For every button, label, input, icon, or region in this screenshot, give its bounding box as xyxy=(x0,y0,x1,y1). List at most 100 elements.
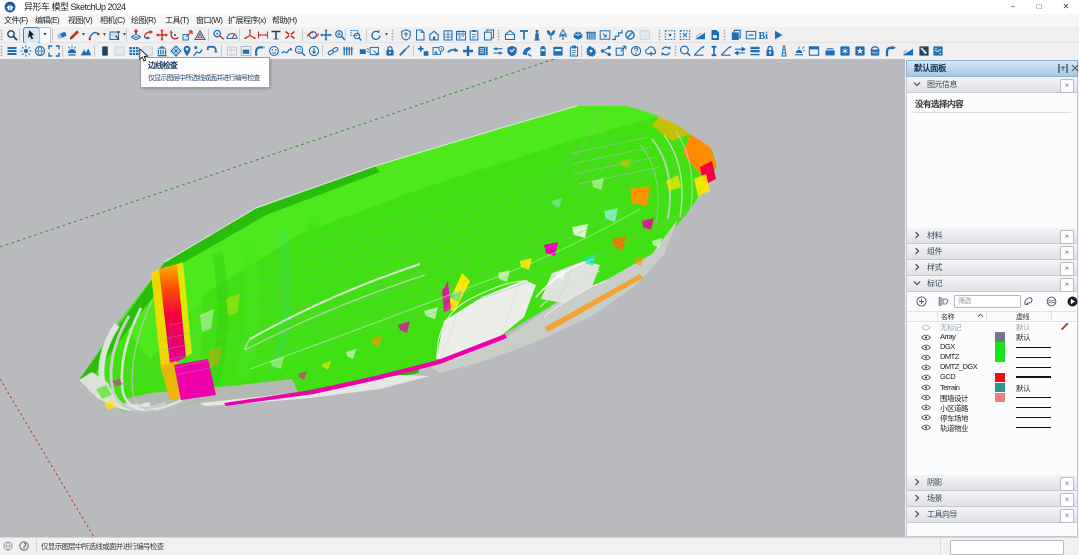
boxstar-icon[interactable] xyxy=(854,45,866,57)
tag-color-chip[interactable] xyxy=(995,352,1005,362)
tag-dash-style[interactable] xyxy=(1016,417,1051,418)
temple-icon[interactable] xyxy=(156,45,168,57)
sync-icon[interactable] xyxy=(660,45,672,57)
section-close-button[interactable]: × xyxy=(1060,493,1074,507)
lamp-icon[interactable] xyxy=(66,45,78,57)
house-icon[interactable] xyxy=(428,29,440,41)
menu-item-4[interactable]: 绘图(R) xyxy=(131,14,156,27)
boxlabel-icon[interactable] xyxy=(552,45,564,57)
menu-item-2[interactable]: 视图(V) xyxy=(68,14,92,27)
tag-dash-style[interactable] xyxy=(1016,367,1051,368)
winbox-icon[interactable] xyxy=(240,45,252,57)
pages2-icon[interactable] xyxy=(730,29,742,41)
menu-item-7[interactable]: 扩展程序(x) xyxy=(228,14,266,27)
purge-tags-icon[interactable] xyxy=(1023,296,1034,307)
globe-icon[interactable] xyxy=(34,45,46,57)
rampdash-icon[interactable] xyxy=(902,45,914,57)
toolbar-group-handle[interactable] xyxy=(674,45,677,57)
eye-visibility-icon[interactable] xyxy=(921,353,931,362)
menu-item-6[interactable]: 窗口(W) xyxy=(196,14,222,27)
section-close-button[interactable]: × xyxy=(1060,246,1074,260)
fallman-icon[interactable] xyxy=(192,45,204,57)
orbit-icon[interactable] xyxy=(307,29,319,41)
crossbox-icon[interactable] xyxy=(417,45,429,57)
dumbbell-icon[interactable] xyxy=(708,45,720,57)
shieldheart-icon[interactable] xyxy=(506,45,518,57)
select-tool-dropdown[interactable]: ▾ xyxy=(39,27,51,44)
layerbars-icon[interactable] xyxy=(749,45,761,57)
dims-icon[interactable] xyxy=(257,29,269,41)
protractor-icon[interactable] xyxy=(226,29,238,41)
tag-row[interactable]: Terrain默认 xyxy=(907,383,1077,393)
color-by-tag-icon[interactable] xyxy=(1046,296,1057,307)
toolbar-drag-handle[interactable] xyxy=(0,45,3,57)
minimize-button[interactable]: – xyxy=(1000,0,1026,13)
tree3d-icon[interactable] xyxy=(557,29,569,41)
gridsel-icon[interactable] xyxy=(226,45,238,57)
dashbox-icon[interactable] xyxy=(664,29,676,41)
play-icon[interactable] xyxy=(772,29,784,41)
section-bottom-1[interactable]: 场景 × xyxy=(906,491,1078,507)
tag-row[interactable]: 轨道物业 xyxy=(907,423,1077,433)
boxline-icon[interactable] xyxy=(745,29,757,41)
painthand-icon[interactable] xyxy=(521,45,533,57)
toolbar-dropdown-arrow[interactable]: ▾ xyxy=(100,30,109,40)
share-icon[interactable] xyxy=(600,45,612,57)
boxarrow-icon[interactable] xyxy=(615,45,627,57)
tag-filter-input[interactable]: 筛选 xyxy=(954,295,1021,308)
elbow-icon[interactable] xyxy=(254,45,266,57)
clipboard-icon[interactable] xyxy=(468,29,480,41)
photoclock-icon[interactable] xyxy=(432,45,444,57)
toolbar-drag-handle[interactable] xyxy=(0,29,3,41)
axestool-icon[interactable] xyxy=(244,29,256,41)
tag-dash-style[interactable] xyxy=(1016,407,1051,408)
pages-icon[interactable] xyxy=(483,29,495,41)
cloud-icon[interactable] xyxy=(645,45,657,57)
select-tool-button-active[interactable] xyxy=(23,27,40,44)
toolbar-group-handle[interactable] xyxy=(391,29,394,41)
bars3-icon[interactable] xyxy=(6,45,18,57)
followme-icon[interactable] xyxy=(143,29,155,41)
page-icon[interactable] xyxy=(414,29,426,41)
section-close-button[interactable]: × xyxy=(1060,278,1074,292)
pushpull-icon[interactable] xyxy=(130,29,142,41)
fence-icon[interactable] xyxy=(585,29,597,41)
section-close-button[interactable]: × xyxy=(1060,509,1074,523)
shield-icon[interactable] xyxy=(400,29,412,41)
ramp-icon[interactable] xyxy=(694,29,706,41)
xshape-icon[interactable] xyxy=(284,29,296,41)
sliders-icon[interactable] xyxy=(492,45,504,57)
eye-visibility-icon[interactable] xyxy=(921,413,931,422)
section-close-button[interactable]: × xyxy=(1060,262,1074,276)
tag-row[interactable]: Array默认 xyxy=(907,332,1077,342)
tag-row[interactable]: 停车场地 xyxy=(907,413,1077,423)
maximize-button[interactable]: □ xyxy=(1026,0,1052,13)
calendar-icon[interactable] xyxy=(455,29,467,41)
menu-item-1[interactable]: 编辑(E) xyxy=(35,14,59,27)
menu-item-0[interactable]: 文件(F) xyxy=(4,14,28,27)
tags-table-header[interactable]: 名称 虚线 xyxy=(907,311,1077,322)
winarrow-icon[interactable] xyxy=(599,29,611,41)
offset-icon[interactable] xyxy=(194,29,206,41)
eye-visibility-icon[interactable] xyxy=(921,363,931,372)
tag-color-chip[interactable] xyxy=(995,342,1005,352)
tag-dash-style[interactable] xyxy=(1016,376,1051,378)
credits-icon[interactable] xyxy=(19,541,29,551)
face-icon[interactable] xyxy=(268,45,280,57)
boxsnow-icon[interactable] xyxy=(839,45,851,57)
section-tags[interactable]: 标记 × xyxy=(906,276,1078,292)
scale-icon[interactable] xyxy=(182,29,194,41)
tag-dash-style[interactable] xyxy=(1016,357,1051,358)
house2-icon[interactable] xyxy=(504,29,516,41)
pin-panel-icon[interactable] xyxy=(1058,64,1068,73)
wintop-icon[interactable] xyxy=(808,45,820,57)
tag-row[interactable]: 小区道路 xyxy=(907,403,1077,413)
section-close-button[interactable]: × xyxy=(1060,79,1074,93)
scissorbox-icon[interactable] xyxy=(679,29,691,41)
wand-icon[interactable] xyxy=(398,45,410,57)
boxpat-icon[interactable] xyxy=(932,45,944,57)
toolbar-group-handle[interactable] xyxy=(723,29,726,41)
geolocation-icon[interactable] xyxy=(3,541,13,551)
eye-visibility-icon[interactable] xyxy=(921,323,931,332)
textT-icon[interactable] xyxy=(518,29,530,41)
